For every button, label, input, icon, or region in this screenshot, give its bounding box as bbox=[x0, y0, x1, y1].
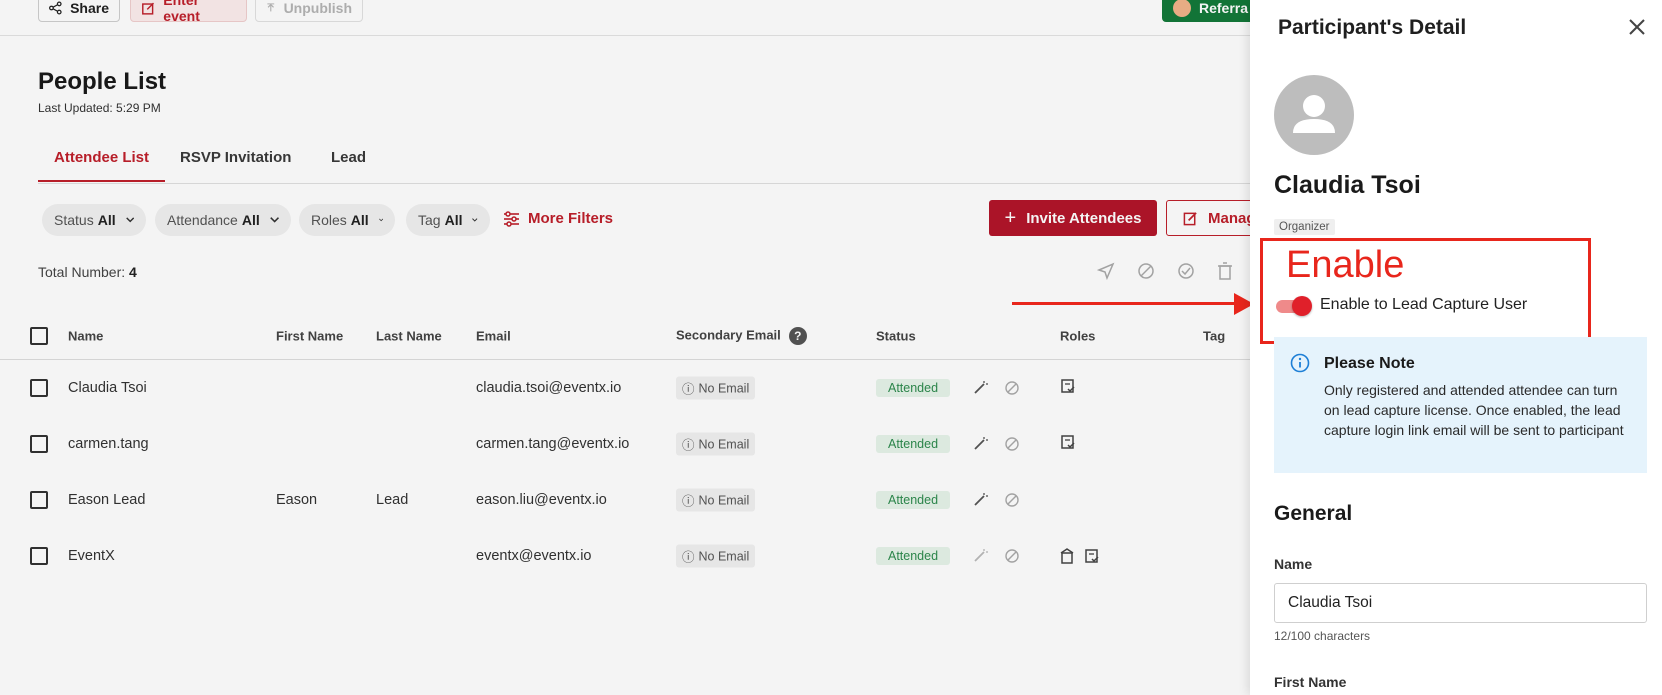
note-body: Only registered and attended attendee ca… bbox=[1324, 382, 1624, 438]
note-title: Please Note bbox=[1324, 355, 1415, 372]
first-name-label: First Name bbox=[1274, 674, 1347, 690]
close-icon[interactable] bbox=[1626, 16, 1648, 38]
toggle-knob bbox=[1292, 296, 1312, 316]
annotation-arrow bbox=[1012, 302, 1237, 305]
name-field[interactable] bbox=[1274, 583, 1647, 623]
participant-detail-drawer: Participant's Detail Claudia Tsoi Organi… bbox=[1250, 0, 1662, 695]
name-char-count: 12/100 characters bbox=[1274, 629, 1371, 643]
user-icon bbox=[1293, 95, 1335, 133]
annotation-label: Enable bbox=[1286, 244, 1405, 286]
avatar bbox=[1274, 75, 1354, 155]
info-icon bbox=[1290, 353, 1310, 373]
lead-capture-toggle-label: Enable to Lead Capture User bbox=[1320, 296, 1528, 313]
lead-capture-toggle[interactable] bbox=[1276, 296, 1312, 316]
participant-name: Claudia Tsoi bbox=[1274, 171, 1421, 199]
section-general-title: General bbox=[1274, 502, 1353, 525]
name-label: Name bbox=[1274, 556, 1313, 572]
note-box: Please Note Only registered and attended… bbox=[1274, 337, 1647, 473]
drawer-title: Participant's Detail bbox=[1278, 16, 1467, 39]
role-badge: Organizer bbox=[1274, 219, 1335, 235]
